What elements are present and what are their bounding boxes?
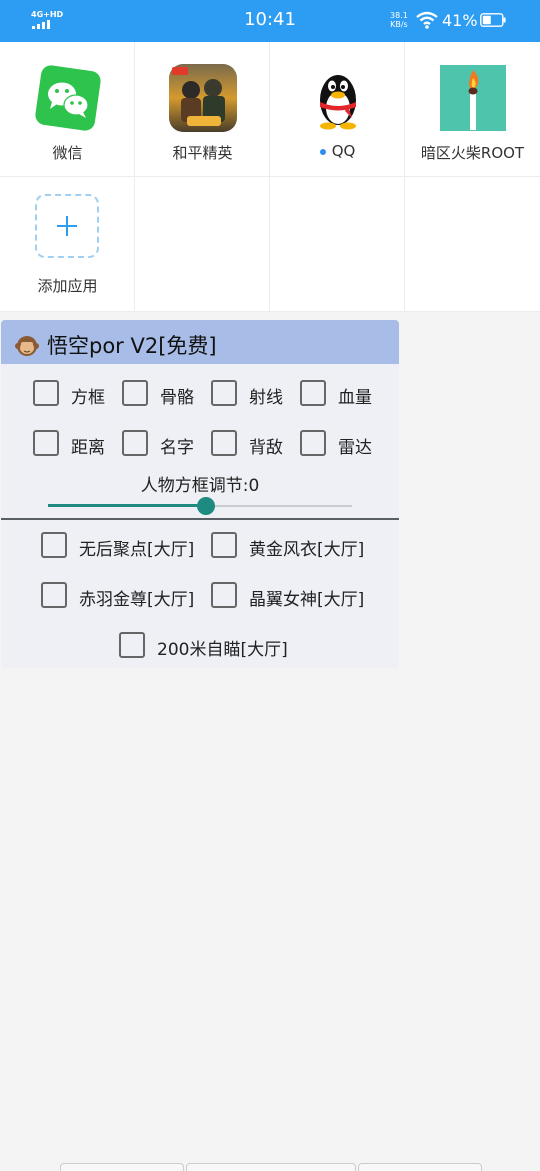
box-size-slider[interactable] <box>48 497 352 515</box>
app-grid: 微信 和平精英 QQ 暗区火柴ROOT 添加应用 <box>0 42 540 312</box>
matchstick-icon <box>440 65 506 131</box>
navigation-bar <box>60 1163 482 1171</box>
checkbox[interactable] <box>211 430 237 456</box>
panel-title: 悟空por V2[免费] <box>15 330 217 360</box>
checkbox[interactable] <box>33 430 59 456</box>
app-label: 微信 <box>52 144 83 162</box>
feature-row: 方框 骨骼 射线 血量 <box>1 378 399 408</box>
checkbox-label: 方框 <box>71 388 105 408</box>
checkbox-label: 骨骼 <box>160 388 194 408</box>
checkbox[interactable] <box>33 380 59 406</box>
battery-icon <box>480 13 506 27</box>
app-peace-elite[interactable]: 和平精英 <box>135 42 270 177</box>
checkbox-label: 距离 <box>71 438 105 458</box>
mod-menu-panel: 悟空por V2[免费] 方框 骨骼 射线 血量 距离 名字 背敌 雷达 人物方… <box>1 320 399 668</box>
empty-slot <box>135 177 270 312</box>
checkbox[interactable] <box>211 582 237 608</box>
checkbox-label: 雷达 <box>338 438 372 458</box>
wechat-icon <box>35 65 101 131</box>
add-app-label: 添加应用 <box>37 277 98 295</box>
app-matchstick-root[interactable]: 暗区火柴ROOT <box>405 42 540 177</box>
box-size-slider-label: 人物方框调节:0 <box>140 476 260 496</box>
checkbox[interactable] <box>122 430 148 456</box>
add-app-button[interactable]: 添加应用 <box>0 177 135 312</box>
app-label: QQ <box>270 142 405 160</box>
checkbox-label: 赤羽金尊[大厅] <box>79 590 195 610</box>
app-label-text: QQ <box>331 142 356 160</box>
feature-row: 距离 名字 背敌 雷达 <box>1 428 399 458</box>
status-bar: 4G+HD 10:41 38.1 KB/s 41% <box>0 0 540 42</box>
monkey-emoji-icon <box>15 333 39 357</box>
checkbox[interactable] <box>211 380 237 406</box>
slider-thumb[interactable] <box>197 497 215 515</box>
checkbox[interactable] <box>300 380 326 406</box>
checkbox-label: 名字 <box>160 438 194 458</box>
feature-row: 200米自瞄[大厅] <box>1 630 399 660</box>
panel-title-text: 悟空por V2[免费] <box>47 334 217 358</box>
wifi-icon <box>416 11 438 29</box>
feature-row: 无后聚点[大厅] 黄金风衣[大厅] <box>1 530 399 560</box>
checkbox-label: 晶翼女神[大厅] <box>249 590 365 610</box>
checkbox[interactable] <box>41 582 67 608</box>
app-label: 暗区火柴ROOT <box>420 144 525 162</box>
empty-slot <box>270 177 405 312</box>
empty-slot <box>405 177 540 312</box>
checkbox[interactable] <box>300 430 326 456</box>
app-qq[interactable]: QQ <box>270 42 405 177</box>
speed-unit: KB/s <box>390 20 408 29</box>
checkbox[interactable] <box>211 532 237 558</box>
qq-penguin-icon <box>320 75 356 130</box>
app-wechat[interactable]: 微信 <box>0 42 135 177</box>
new-indicator-dot <box>319 148 326 155</box>
checkbox-label: 无后聚点[大厅] <box>79 540 195 560</box>
feature-row: 赤羽金尊[大厅] 晶翼女神[大厅] <box>1 580 399 610</box>
checkbox[interactable] <box>119 632 145 658</box>
speed-value: 38.1 <box>390 11 408 20</box>
battery-percent: 41% <box>442 11 478 30</box>
network-speed: 38.1 KB/s <box>390 11 408 29</box>
checkbox[interactable] <box>41 532 67 558</box>
peace-elite-icon <box>169 64 237 132</box>
checkbox-label: 背敌 <box>249 438 283 458</box>
plus-icon <box>35 194 99 258</box>
checkbox-label: 血量 <box>338 388 372 408</box>
checkbox-label: 射线 <box>249 388 283 408</box>
divider <box>1 518 399 520</box>
checkbox[interactable] <box>122 380 148 406</box>
slider-fill <box>48 504 200 507</box>
panel-header[interactable]: 悟空por V2[免费] <box>1 320 399 364</box>
checkbox-label: 黄金风衣[大厅] <box>249 540 365 560</box>
app-label: 和平精英 <box>172 144 233 162</box>
checkbox-label: 200米自瞄[大厅] <box>157 640 288 660</box>
